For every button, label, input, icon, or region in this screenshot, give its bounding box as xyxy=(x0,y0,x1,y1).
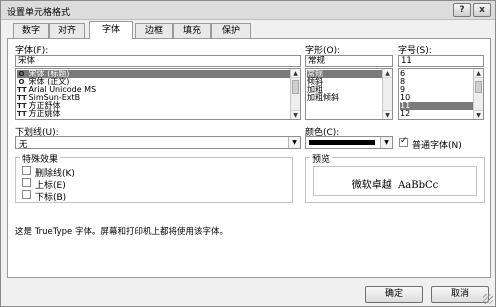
font-size-scrollbar[interactable]: ▲ ▼ xyxy=(473,69,483,119)
normal-font-label: 普通字体(N) xyxy=(412,141,462,151)
title-bar[interactable]: 设置单元格格式 ? x xyxy=(1,1,495,20)
list-item[interactable]: 11 xyxy=(400,102,474,110)
scroll-up-icon[interactable]: ▲ xyxy=(474,69,483,78)
superscript-checkbox[interactable] xyxy=(22,178,31,187)
font-description: 这是 TrueType 字体。屏幕和打印机上都将使用该字体。 xyxy=(15,227,228,237)
tab-font[interactable]: 字体 xyxy=(89,21,133,39)
font-style-scrollbar[interactable]: ▲ ▼ xyxy=(382,69,392,119)
tab-fill[interactable]: 填充 xyxy=(173,23,211,38)
font-style-list[interactable]: 常规 倾斜 加粗 加粗倾斜 ▲ ▼ xyxy=(305,68,393,120)
truetype-icon: TT xyxy=(17,110,27,118)
tab-number[interactable]: 数字 xyxy=(13,23,49,38)
list-item[interactable]: 加粗倾斜 xyxy=(307,94,339,102)
preview-title: 预览 xyxy=(310,152,333,165)
font-size-input[interactable]: 11 xyxy=(398,55,484,67)
tab-alignment[interactable]: 对齐 xyxy=(49,23,85,38)
subscript-checkbox[interactable] xyxy=(22,190,31,199)
chevron-down-icon[interactable]: ▼ xyxy=(288,137,300,148)
font-type-icon: O xyxy=(18,78,25,86)
scroll-up-icon[interactable]: ▲ xyxy=(383,69,392,78)
effects-title: 特殊效果 xyxy=(20,152,61,165)
normal-font-checkbox[interactable] xyxy=(399,136,408,147)
color-swatch xyxy=(309,140,375,145)
underline-select[interactable]: 无 ▼ xyxy=(15,136,301,150)
cancel-button[interactable]: 取消 xyxy=(431,286,489,303)
ok-button[interactable]: 确定 xyxy=(365,286,423,303)
list-item[interactable]: TT 方正姚体 xyxy=(17,109,61,119)
resize-grip[interactable] xyxy=(483,294,493,304)
subscript-label: 下标(B) xyxy=(35,193,67,203)
font-item-label: 方正姚体 xyxy=(28,109,61,118)
preview-box: 微软卓越 AaBbCc xyxy=(313,166,477,196)
scroll-down-icon[interactable]: ▼ xyxy=(291,110,300,119)
truetype-icon: TT xyxy=(17,102,27,110)
font-type-icon: O xyxy=(18,70,25,78)
scroll-down-icon[interactable]: ▼ xyxy=(383,110,392,119)
color-select[interactable]: ▼ xyxy=(305,136,393,149)
font-list-scrollbar[interactable]: ▲ ▼ xyxy=(290,69,300,119)
preview-sample: 微软卓越 AaBbCc xyxy=(351,180,439,191)
scroll-down-icon[interactable]: ▼ xyxy=(474,110,483,119)
font-name-input[interactable]: 宋体 xyxy=(15,55,301,67)
font-tab-panel: 字体(F): 宋体 O 宋体 (标题) O 宋体 (正文) TT Arial U… xyxy=(7,38,491,278)
font-size-list[interactable]: 6 8 9 10 11 12 ▲ ▼ xyxy=(398,68,484,120)
tab-border[interactable]: 边框 xyxy=(135,23,173,38)
strikethrough-checkbox[interactable] xyxy=(22,166,31,175)
font-style-input[interactable]: 常规 xyxy=(305,55,393,67)
truetype-icon: TT xyxy=(17,86,27,94)
scroll-thumb[interactable] xyxy=(475,81,482,93)
scroll-up-icon[interactable]: ▲ xyxy=(291,69,300,78)
help-button[interactable]: ? xyxy=(453,3,471,17)
chevron-down-icon[interactable]: ▼ xyxy=(380,137,392,148)
format-cells-dialog: 设置单元格格式 ? x 数字 对齐 字体 边框 填充 保护 字体(F): 宋体 … xyxy=(0,0,496,307)
truetype-icon: TT xyxy=(17,94,27,102)
underline-value: 无 xyxy=(19,140,28,150)
list-item[interactable]: 12 xyxy=(400,110,410,118)
font-list[interactable]: O 宋体 (标题) O 宋体 (正文) TT Arial Unicode MS … xyxy=(15,68,301,120)
tab-protection[interactable]: 保护 xyxy=(211,23,251,38)
dialog-title: 设置单元格格式 xyxy=(7,8,71,18)
close-button[interactable]: x xyxy=(473,3,491,17)
scroll-thumb[interactable] xyxy=(292,80,299,94)
